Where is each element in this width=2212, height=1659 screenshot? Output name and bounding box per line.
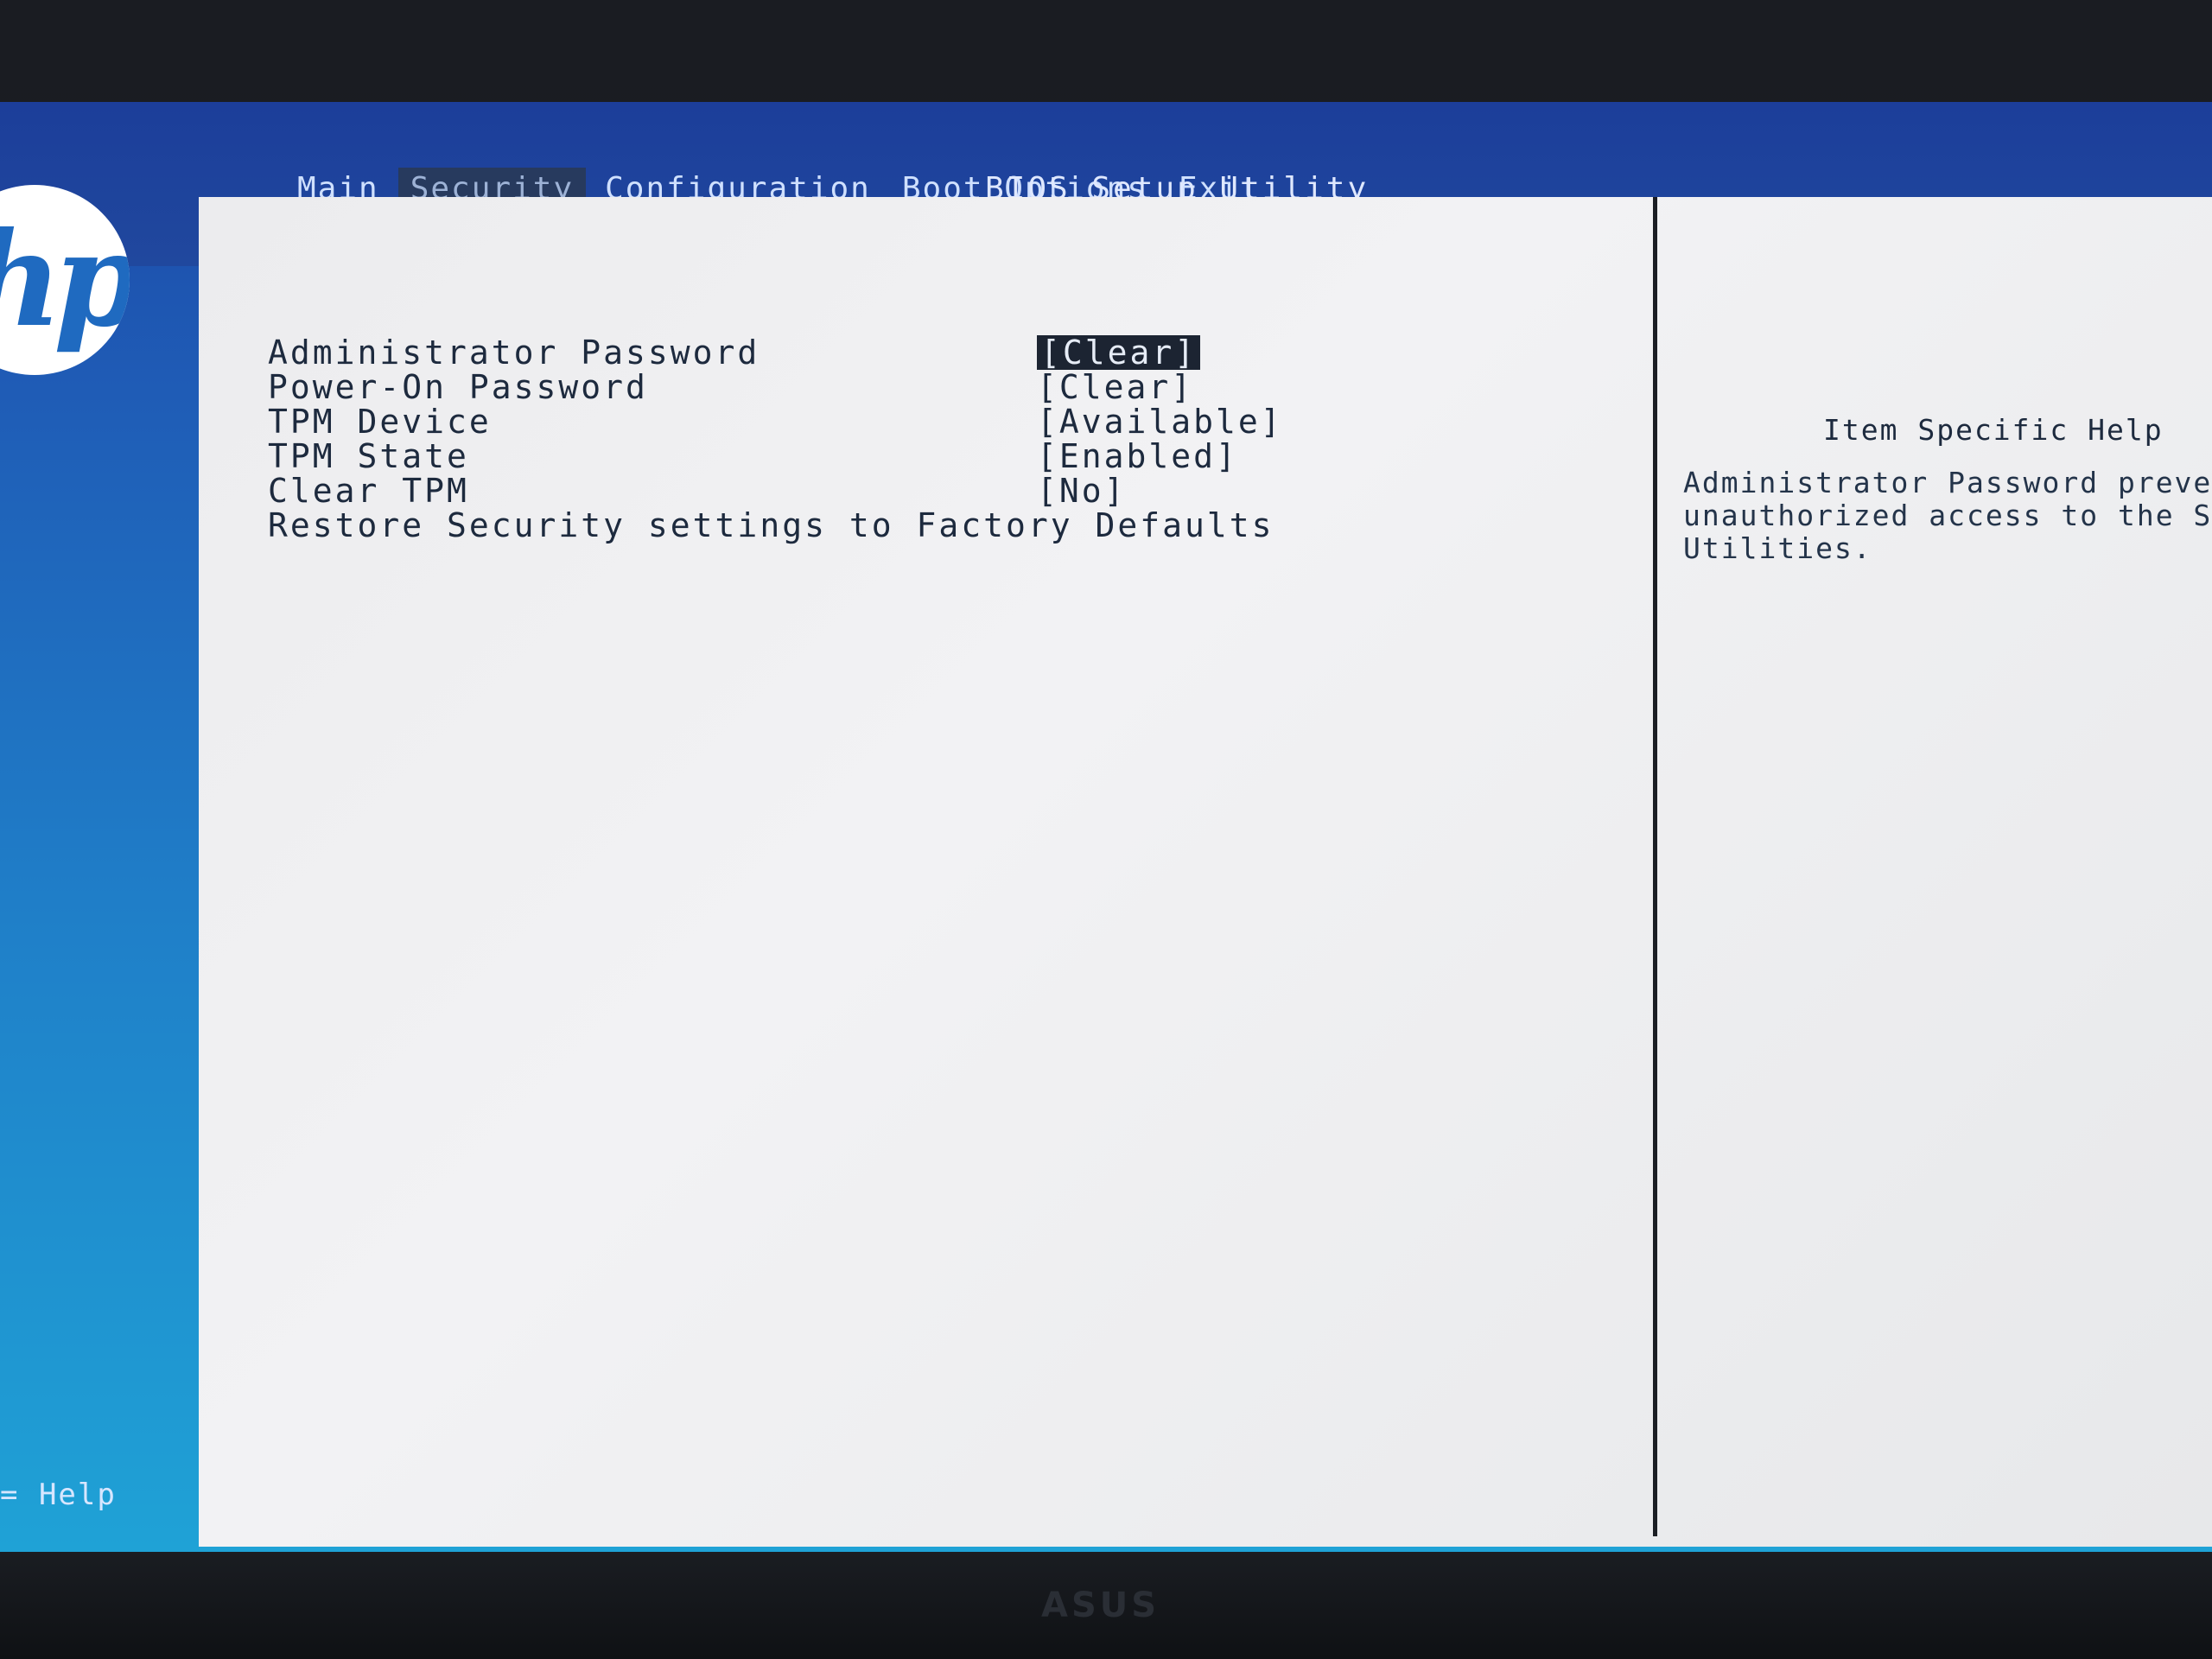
help-title: Item Specific Help xyxy=(1823,413,2164,447)
help-text: Administrator Password prevents unauthor… xyxy=(1683,467,2212,565)
bios-screen: hp Main Security Configuration Boot Opti… xyxy=(0,102,2212,1552)
help-line: unauthorized access to the Setu xyxy=(1683,499,2212,532)
setting-label: Clear TPM xyxy=(268,472,469,510)
setting-value-selected[interactable]: [Clear] xyxy=(1037,335,1201,370)
setting-label: Power-On Password xyxy=(268,368,648,406)
help-line: Utilities. xyxy=(1683,531,1872,565)
setting-label: TPM Device xyxy=(268,403,492,441)
setting-label: Restore Security settings to Factory Def… xyxy=(268,506,1274,544)
monitor-brand: ASUS xyxy=(1041,1586,1160,1625)
setting-label: Administrator Password xyxy=(268,334,760,372)
footer-help-hint: = Help xyxy=(0,1478,117,1512)
photo-frame: hp Main Security Configuration Boot Opti… xyxy=(0,0,2212,1659)
setting-value[interactable]: [Clear] xyxy=(1037,370,1193,404)
setting-value[interactable]: [Available] xyxy=(1037,404,1283,439)
logo-text: hp xyxy=(0,204,130,356)
help-line: Administrator Password prevents xyxy=(1683,467,2212,499)
setting-label: TPM State xyxy=(268,437,469,475)
panel-divider xyxy=(1653,197,1657,1536)
settings-panel: Administrator Password [Clear] Power-On … xyxy=(199,197,2212,1547)
setting-value[interactable]: [No] xyxy=(1037,474,1127,508)
setting-value[interactable]: [Enabled] xyxy=(1037,439,1238,474)
